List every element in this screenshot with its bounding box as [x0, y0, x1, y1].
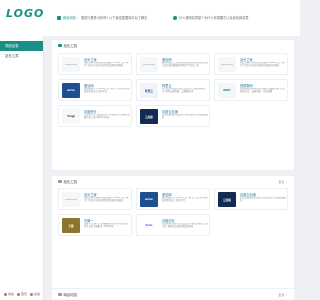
panel-title: 站长工具	[58, 179, 77, 184]
site-card[interactable]: aizhan 爱站网 爱站网成立于2009年, 是一家专门针对中文网站提供站长工…	[58, 79, 132, 101]
site-desc: 站长之家(中国站长站)创建于2002年, 是一家专门针对中文站长提供信息服务的网…	[84, 62, 129, 67]
webmaster-tools-panel-2: 站长工具 更多 > 站长之家 站长之家(中国站长站)创建于2002年, 是一家专…	[52, 176, 294, 288]
news-text[interactable]: 想进行更多分析吗? 以下最佳数据库平台了解去	[81, 15, 147, 20]
site-card[interactable]: 站长之家 站长之家(中国站长站)创建于2002年, 是一家专门针对中文站长提供信…	[58, 53, 132, 75]
site-thumbnail	[140, 57, 158, 72]
site-desc: 爱站网站长工具提供网站收录查询和站长查询以及百度权重值查询等多个站长工具	[162, 62, 208, 67]
site-thumbnail: 天翼	[62, 218, 80, 233]
site-desc: 天翼一(主题一), 使用最新的技术为站长们提供专业的主题服务, 2016年创	[84, 223, 129, 228]
site-thumbnail: Tongji	[62, 109, 80, 124]
site-thumbnail	[62, 192, 80, 207]
site-thumbnail	[218, 57, 236, 72]
faq-link[interactable]: 什么是网站导航? 为什么你需要它以及优化网站导	[173, 15, 249, 20]
site-logo[interactable]: LOGO	[6, 7, 44, 20]
submit-dot-icon	[30, 292, 34, 296]
news-icon	[58, 292, 62, 297]
news-dot-icon	[4, 292, 7, 296]
question-icon	[173, 15, 177, 20]
site-desc: 百度云加速是百度旗下网站安全与性能加速服务	[162, 114, 208, 119]
site-news-panel: 网站动态 更多 >	[52, 289, 294, 300]
footer-link-label: 动态	[8, 292, 15, 296]
site-thumbnail: aizhan	[140, 192, 158, 207]
site-grid: 站长之家 站长之家(中国站长站)创建于2002年, 是一家专门针对中文站长提供信…	[58, 188, 288, 236]
sidebar-footer: 动态 首页 投放	[4, 292, 40, 296]
site-thumbnail: WEST	[218, 83, 236, 98]
site-desc: 站长之家(中国站长站)创建于2002年, 是一家专门针对中文站长提供信息服务的网…	[240, 62, 285, 67]
news-label: 网站动态：	[63, 16, 79, 20]
site-thumbnail: 阿里云	[140, 83, 158, 98]
site-card[interactable]: 阿里云 阿里云 阿里云全球领先的云计算及人工智能科技公司, 提供云服务器、云数据…	[136, 79, 210, 101]
footer-link-label: 投放	[34, 292, 41, 296]
tools-icon	[58, 43, 62, 48]
site-desc: 爱站网成立于2009年, 是一家专门针对中文网站提供站长工具的平台	[162, 197, 208, 202]
site-desc: 阿里云全球领先的云计算及人工智能科技公司, 提供云服务器、云数据库等	[162, 88, 206, 93]
footer-link-home[interactable]: 首页	[17, 292, 27, 296]
sidebar-item-nav-directory[interactable]: 导航目录	[0, 41, 43, 51]
site-desc: 爱站网成立于2009年, 是一家专门针对中文网站提供站长工具的平台	[84, 88, 130, 93]
site-desc: 百度云加速是百度旗下网站安全与性能加速服务	[240, 197, 286, 202]
site-thumbnail	[62, 57, 80, 72]
site-card[interactable]: aizhan 爱站网 爱站网成立于2009年, 是一家专门针对中文网站提供站长工…	[136, 188, 210, 210]
site-desc: 西部数码是国内领先的域名注册服务商, 提供虚拟主机、云服务器、企业邮箱	[240, 88, 285, 93]
site-news-ticker[interactable]: 网站动态： 想进行更多分析吗? 以下最佳数据库平台了解去	[57, 15, 147, 20]
sidebar: 导航目录 站长工具 动态 首页 投放	[0, 36, 44, 300]
site-card[interactable]: 云加速 百度云加速 百度云加速是百度旗下网站安全与性能加速服务	[214, 188, 288, 210]
tools-icon	[58, 179, 62, 184]
more-link[interactable]: 更多 >	[278, 293, 287, 297]
site-desc: 百度搜索资源平台是百度官方推出的站长工具平台, 帮助站长更好地优化网站	[162, 223, 208, 228]
site-desc: 站长之家(中国站长站)创建于2002年, 是一家专门针对中文站长提供信息服务的网…	[84, 197, 129, 202]
home-dot-icon	[17, 292, 21, 296]
site-card[interactable]: 天翼 天翼一 天翼一(主题一), 使用最新的技术为站长们提供专业的主题服务, 2…	[58, 214, 132, 236]
site-card[interactable]: 站长之家 站长之家(中国站长站)创建于2002年, 是一家专门针对中文站长提供信…	[58, 188, 132, 210]
news-icon	[57, 15, 61, 20]
site-thumbnail: aizhan	[62, 83, 80, 98]
site-thumbnail: 云加速	[140, 109, 158, 124]
sidebar-item-webmaster-tools[interactable]: 站长工具	[0, 51, 43, 61]
panel-title: 网站动态	[58, 292, 77, 297]
site-card[interactable]: WEST 西部数码 西部数码是国内领先的域名注册服务商, 提供虚拟主机、云服务器…	[214, 79, 288, 101]
panel-title-text: 站长工具	[63, 180, 78, 184]
site-card[interactable]: 云加速 百度云加速 百度云加速是百度旗下网站安全与性能加速服务	[136, 105, 210, 127]
site-desc: 百度统计是百度推出的一款免费的专业网站流量分析工具, Baidu Tongji	[84, 114, 130, 119]
footer-link-news[interactable]: 动态	[4, 292, 14, 296]
footer-link-label: 首页	[21, 292, 28, 296]
more-link[interactable]: 更多 >	[278, 180, 287, 184]
footer-link-submit[interactable]: 投放	[30, 292, 40, 296]
panel-title-text: 网站动态	[63, 293, 78, 297]
site-card[interactable]: Baidu 百度站长 百度搜索资源平台是百度官方推出的站长工具平台, 帮助站长更…	[136, 214, 210, 236]
site-thumbnail: Baidu	[140, 218, 158, 233]
panel-title-text: 站长工具	[63, 44, 78, 48]
site-card[interactable]: 爱站网 爱站网站长工具提供网站收录查询和站长查询以及百度权重值查询等多个站长工具	[136, 53, 210, 75]
site-grid: 站长之家 站长之家(中国站长站)创建于2002年, 是一家专门针对中文站长提供信…	[58, 53, 288, 127]
faq-text[interactable]: 什么是网站导航? 为什么你需要它以及优化网站导	[179, 15, 249, 20]
site-card[interactable]: Tongji 百度统计 百度统计是百度推出的一款免费的专业网站流量分析工具, B…	[58, 105, 132, 127]
site-card[interactable]: 站长之家 站长之家(中国站长站)创建于2002年, 是一家专门针对中文站长提供信…	[214, 53, 288, 75]
top-header: LOGO 网站动态： 想进行更多分析吗? 以下最佳数据库平台了解去 什么是网站导…	[0, 0, 300, 36]
webmaster-tools-panel: 站长工具 站长之家 站长之家(中国站长站)创建于2002年, 是一家专门针对中文…	[52, 40, 294, 170]
panel-title: 站长工具	[58, 43, 77, 48]
site-thumbnail: 云加速	[218, 192, 236, 207]
